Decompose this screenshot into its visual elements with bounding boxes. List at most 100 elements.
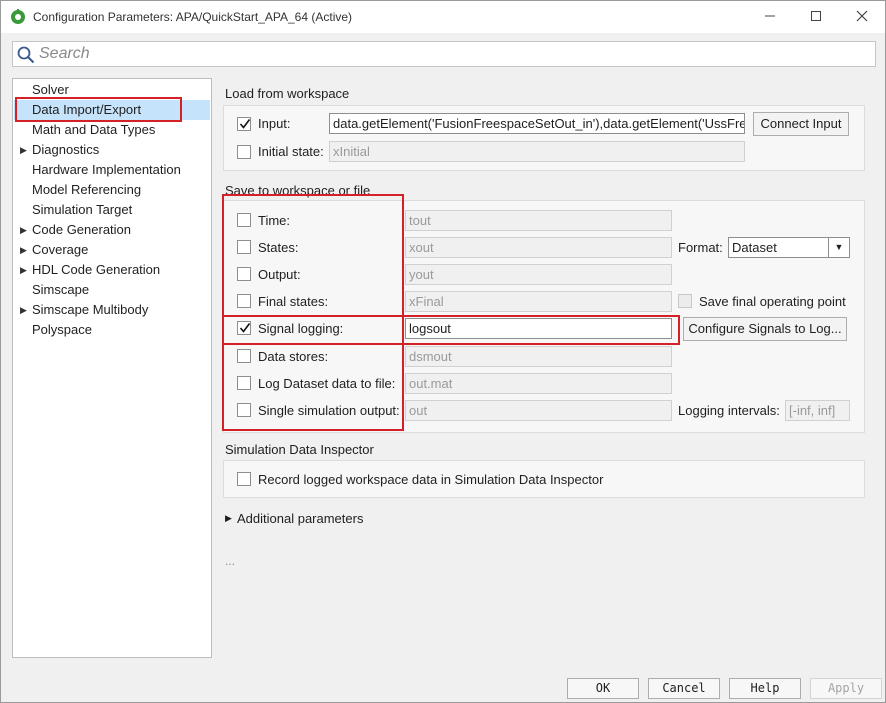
signal-logging-checkbox[interactable]	[237, 321, 251, 335]
minimize-icon	[765, 15, 775, 17]
nav-item-label: Data Import/Export	[32, 102, 142, 117]
log-dataset-field[interactable]: out.mat	[405, 373, 672, 394]
nav-item-math-and-data-types[interactable]: Math and Data Types	[14, 120, 210, 140]
save-final-op-checkbox[interactable]	[678, 294, 692, 308]
nav-item-label: Coverage	[32, 242, 89, 257]
additional-parameters-label: Additional parameters	[237, 511, 364, 526]
logging-intervals-field[interactable]: [-inf, inf]	[785, 400, 850, 421]
final-states-checkbox[interactable]	[237, 294, 251, 308]
nav-item-label: Simulation Target	[32, 202, 133, 217]
nav-item-data-import-export[interactable]: Data Import/Export	[14, 100, 210, 120]
nav-item-label: Solver	[32, 82, 69, 97]
cancel-button[interactable]: Cancel	[648, 678, 720, 699]
nav-item-label: Code Generation	[32, 222, 132, 237]
signal-logging-field[interactable]: logsout	[405, 318, 672, 339]
nav-item-hdl-code-generation[interactable]: ▶ HDL Code Generation	[14, 260, 210, 280]
search-input[interactable]	[39, 44, 859, 64]
expand-arrow-icon[interactable]: ▶	[20, 220, 27, 240]
expand-arrow-icon[interactable]: ▶	[20, 260, 27, 280]
time-field[interactable]: tout	[405, 210, 672, 231]
expand-arrow-icon[interactable]: ▶	[20, 140, 27, 160]
log-dataset-checkbox[interactable]	[237, 376, 251, 390]
single-sim-output-field[interactable]: out	[405, 400, 672, 421]
app-icon	[11, 9, 25, 24]
input-checkbox[interactable]	[237, 117, 251, 131]
apply-button[interactable]: Apply	[810, 678, 882, 699]
close-button[interactable]	[839, 3, 885, 31]
nav-item-label: Polyspace	[32, 322, 92, 337]
signal-logging-label: Signal logging:	[258, 321, 344, 336]
nav-item-simscape[interactable]: Simscape	[14, 280, 210, 300]
final-states-label: Final states:	[258, 294, 329, 309]
nav-item-label: Diagnostics	[32, 142, 100, 157]
states-field[interactable]: xout	[405, 237, 672, 258]
data-stores-label: Data stores:	[258, 349, 329, 364]
load-section-title: Load from workspace	[225, 86, 350, 101]
format-select[interactable]: Dataset ▼	[728, 237, 850, 258]
single-sim-output-checkbox[interactable]	[237, 403, 251, 417]
window-title: Configuration Parameters: APA/QuickStart…	[33, 10, 353, 24]
nav-item-solver[interactable]: Solver	[14, 80, 210, 100]
connect-input-button[interactable]: Connect Input	[753, 112, 849, 136]
nav-item-label: Simscape Multibody	[32, 302, 149, 317]
title-bar: Configuration Parameters: APA/QuickStart…	[1, 1, 885, 33]
ok-button[interactable]: OK	[567, 678, 639, 699]
minimize-button[interactable]	[747, 3, 793, 31]
nav-item-code-generation[interactable]: ▶ Code Generation	[14, 220, 210, 240]
help-button[interactable]: Help	[729, 678, 801, 699]
nav-item-model-referencing[interactable]: Model Referencing	[14, 180, 210, 200]
format-value: Dataset	[732, 240, 777, 255]
nav-item-diagnostics[interactable]: ▶ Diagnostics	[14, 140, 210, 160]
time-label: Time:	[258, 213, 291, 228]
sdi-section-title: Simulation Data Inspector	[225, 442, 374, 457]
save-final-op-label: Save final operating point	[699, 294, 846, 309]
nav-item-polyspace[interactable]: Polyspace	[14, 320, 210, 340]
save-section-title: Save to workspace or file	[225, 183, 371, 198]
initial-state-checkbox[interactable]	[237, 145, 251, 159]
log-dataset-label: Log Dataset data to file:	[258, 376, 396, 391]
maximize-icon	[811, 11, 821, 21]
maximize-button[interactable]	[793, 3, 839, 31]
chevron-down-icon: ▼	[828, 238, 849, 257]
logging-intervals-label: Logging intervals:	[678, 403, 780, 418]
nav-item-label: Model Referencing	[32, 182, 142, 197]
search-icon	[17, 46, 35, 64]
category-tree: Solver Data Import/Export Math and Data …	[12, 78, 212, 658]
nav-item-simulation-target[interactable]: Simulation Target	[14, 200, 210, 220]
input-label: Input:	[258, 116, 291, 131]
nav-item-label: Math and Data Types	[32, 122, 156, 137]
record-sdi-checkbox[interactable]	[237, 472, 251, 486]
nav-item-label: Simscape	[32, 282, 90, 297]
initial-state-field[interactable]: xInitial	[329, 141, 745, 162]
output-label: Output:	[258, 267, 301, 282]
additional-parameters-toggle[interactable]: ▶ Additional parameters	[225, 511, 385, 529]
output-checkbox[interactable]	[237, 267, 251, 281]
states-checkbox[interactable]	[237, 240, 251, 254]
initial-state-label: Initial state:	[258, 144, 324, 159]
configure-signals-button[interactable]: Configure Signals to Log...	[683, 317, 847, 341]
states-label: States:	[258, 240, 299, 255]
check-icon	[239, 119, 251, 129]
expand-arrow-icon[interactable]: ▶	[20, 240, 27, 260]
output-field[interactable]: yout	[405, 264, 672, 285]
check-icon	[239, 323, 251, 333]
time-checkbox[interactable]	[237, 213, 251, 227]
close-icon	[856, 10, 868, 22]
data-stores-field[interactable]: dsmout	[405, 346, 672, 367]
record-sdi-label: Record logged workspace data in Simulati…	[258, 472, 604, 487]
config-dialog: Configuration Parameters: APA/QuickStart…	[0, 0, 886, 703]
data-stores-checkbox[interactable]	[237, 349, 251, 363]
search-box[interactable]	[12, 41, 876, 67]
ellipsis-text: ...	[225, 554, 236, 568]
final-states-field[interactable]: xFinal	[405, 291, 672, 312]
nav-item-simscape-multibody[interactable]: ▶ Simscape Multibody	[14, 300, 210, 320]
expand-arrow-icon[interactable]: ▶	[20, 300, 27, 320]
input-field[interactable]: data.getElement('FusionFreespaceSetOut_i…	[329, 113, 745, 134]
nav-item-label: HDL Code Generation	[32, 262, 161, 277]
expand-arrow-icon: ▶	[225, 513, 232, 523]
nav-item-label: Hardware Implementation	[32, 162, 181, 177]
format-label: Format:	[678, 240, 723, 255]
single-sim-output-label: Single simulation output:	[258, 403, 400, 418]
nav-item-hardware-implementation[interactable]: Hardware Implementation	[14, 160, 210, 180]
nav-item-coverage[interactable]: ▶ Coverage	[14, 240, 210, 260]
